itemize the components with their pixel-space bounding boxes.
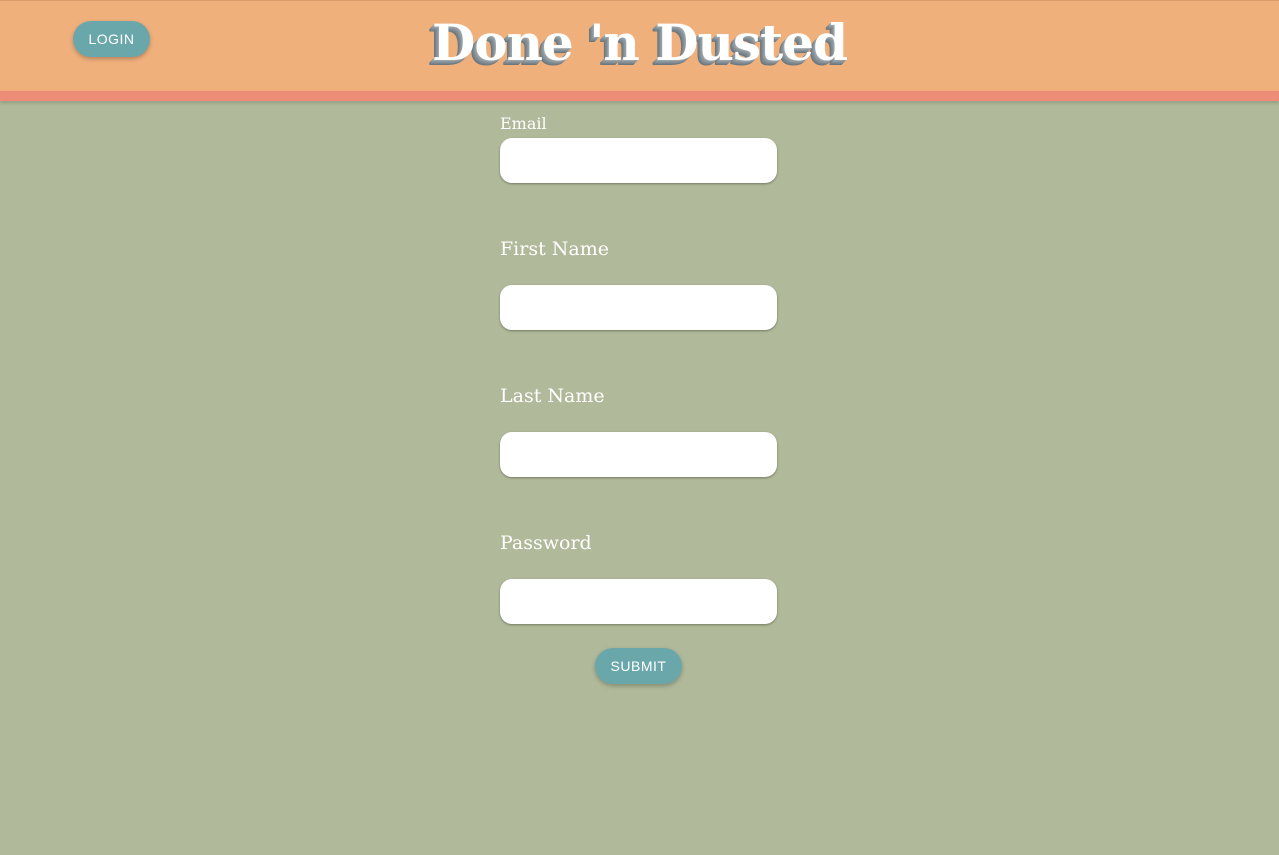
first-name-field[interactable]: [500, 285, 777, 330]
header-stripe: [0, 91, 1279, 101]
last-name-field[interactable]: [500, 432, 777, 477]
first-name-label: First Name: [500, 238, 609, 260]
email-field[interactable]: [500, 138, 777, 183]
email-label: Email: [500, 114, 547, 133]
password-field[interactable]: [500, 579, 777, 624]
last-name-label: Last Name: [500, 385, 605, 407]
site-header: LOGIN Done 'n Dusted: [0, 0, 1279, 91]
submit-button[interactable]: SUBMIT: [595, 648, 682, 684]
site-title: Done 'n Dusted: [431, 13, 848, 72]
password-label: Password: [500, 532, 592, 554]
